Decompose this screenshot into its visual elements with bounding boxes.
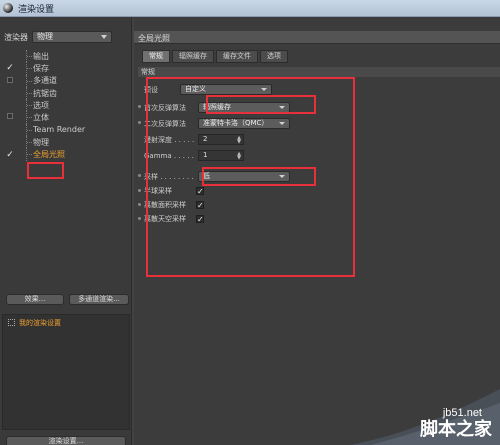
bullet-icon [138, 189, 141, 192]
chevron-down-icon [101, 35, 107, 39]
settings-item-team-render[interactable]: Team Render [0, 123, 131, 137]
bullet-icon [138, 105, 141, 108]
bullet-icon [138, 217, 141, 220]
left-panel: 渲染器 物理 输出 ✓ 保存 多通道 抗锯齿 选项 立体 Team Render… [0, 17, 132, 445]
bullet-icon [138, 121, 141, 124]
bullet-icon [138, 174, 141, 177]
settings-item-save[interactable]: ✓ 保存 [0, 62, 131, 75]
window-titlebar: 渲染设置 [0, 0, 500, 17]
section-header: 常规 [138, 67, 500, 77]
tree-line [26, 50, 32, 63]
highlight-box-primary-method [206, 95, 316, 114]
tree-line [26, 62, 32, 75]
tab-bar: 常规 辐照缓存 缓存文件 选项 [142, 50, 290, 63]
settings-item-label: 保存 [33, 63, 49, 73]
section-label: 常规 [141, 68, 155, 76]
checkmark-icon[interactable]: ✓ [6, 150, 14, 160]
render-setting-item[interactable]: 我的渲染设置 [19, 318, 61, 328]
tab-cache-files[interactable]: 缓存文件 [216, 50, 258, 63]
settings-item-label: 输出 [33, 51, 49, 61]
settings-item-label: 全局光照 [33, 150, 65, 160]
render-settings-icon [8, 319, 15, 326]
renderer-label: 渲染器 [4, 32, 28, 42]
settings-item-physical[interactable]: 物理 [0, 136, 131, 149]
render-settings-button[interactable]: 渲染设置... [6, 436, 126, 445]
settings-item-label: 物理 [33, 137, 49, 147]
multipass-render-button[interactable]: 多通道渲染... [69, 294, 129, 305]
settings-item-output[interactable]: 输出 [0, 50, 131, 63]
right-panel: 全局光照 常规 辐照缓存 缓存文件 选项 常规 预设 自定义 首次反弹算法 辐照… [134, 17, 500, 445]
effects-button[interactable]: 效果... [6, 294, 64, 305]
render-settings-list: 我的渲染设置 [2, 314, 130, 430]
checkbox-empty-icon[interactable] [7, 113, 13, 120]
settings-list: 输出 ✓ 保存 多通道 抗锯齿 选项 立体 Team Render 物理 ✓ 全… [0, 50, 131, 161]
cinema4d-logo-icon [3, 3, 13, 13]
settings-item-stereo[interactable]: 立体 [0, 111, 131, 124]
checkbox-empty-icon[interactable] [7, 76, 13, 83]
panel-title: 全局光照 [138, 34, 170, 43]
highlight-box-sampling [202, 167, 316, 186]
settings-item-multipass[interactable]: 多通道 [0, 74, 131, 87]
tree-line [26, 99, 32, 112]
tree-line [26, 148, 32, 161]
renderer-row: 渲染器 物理 [4, 31, 112, 43]
settings-item-antialiasing[interactable]: 抗锯齿 [0, 86, 131, 100]
renderer-select[interactable]: 物理 [32, 31, 112, 43]
tab-options[interactable]: 选项 [260, 50, 288, 63]
highlight-box-gi-item [27, 162, 64, 179]
panel-header: 全局光照 [134, 31, 500, 44]
tree-line [26, 123, 32, 137]
window-title: 渲染设置 [18, 4, 55, 15]
settings-item-global-illumination[interactable]: ✓ 全局光照 [0, 148, 131, 161]
tree-line [26, 136, 32, 149]
settings-item-label: 选项 [33, 100, 49, 110]
settings-item-label: 抗锯齿 [33, 88, 57, 98]
tree-line [26, 86, 32, 100]
settings-item-options[interactable]: 选项 [0, 99, 131, 112]
tree-line [26, 111, 32, 124]
settings-item-label: Team Render [33, 125, 86, 135]
watermark-site-name: 脚本之家 [420, 419, 492, 440]
bullet-icon [138, 203, 141, 206]
settings-item-label: 多通道 [33, 76, 57, 86]
checkmark-icon[interactable]: ✓ [6, 63, 14, 73]
tab-general[interactable]: 常规 [142, 50, 170, 63]
settings-item-label: 立体 [33, 113, 49, 123]
renderer-value: 物理 [37, 32, 53, 41]
tab-irradiance-cache[interactable]: 辐照缓存 [172, 50, 214, 63]
tree-line [26, 74, 32, 87]
